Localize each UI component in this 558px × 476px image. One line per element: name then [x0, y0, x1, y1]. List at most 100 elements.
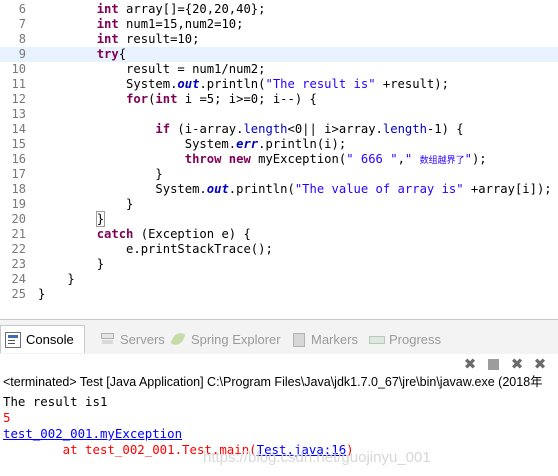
code-line[interactable]: 10 result = num1/num2; — [0, 62, 558, 77]
clear-console-icon[interactable]: ✖ — [532, 355, 548, 373]
line-number: 15 — [11, 137, 26, 151]
progress-icon — [368, 331, 385, 347]
code-text: System.out.println("The value of array i… — [38, 182, 552, 197]
code-text: catch (Exception e) { — [38, 227, 251, 242]
line-number: 22 — [11, 242, 26, 256]
code-token: int — [96, 17, 119, 31]
code-token: num1=15,num2=10; — [118, 17, 244, 31]
line-number: 13 — [11, 107, 26, 121]
watermark-url: https://blog.csdn.net/guojinyu_001 — [203, 449, 431, 466]
code-line[interactable]: 19 } — [0, 197, 558, 212]
code-line[interactable]: 22 e.printStackTrace(); — [0, 242, 558, 257]
code-line[interactable]: 24 } — [0, 272, 558, 287]
code-editor[interactable]: 6 int array[]={20,20,40}; 7 int num1=15,n… — [0, 0, 558, 306]
code-token: { — [118, 47, 127, 61]
line-number: 20 — [11, 212, 26, 226]
code-token: +array[i]); — [463, 182, 552, 196]
code-token: System. — [38, 77, 178, 91]
code-text: for(int i =5; i>=0; i--) { — [38, 92, 317, 107]
line-number: 7 — [18, 17, 26, 31]
code-token: " 666 " — [346, 152, 398, 166]
code-line[interactable]: 12 for(int i =5; i>=0; i--) { — [0, 92, 558, 107]
console-stderr-line: 5 — [3, 410, 11, 425]
code-token: out — [206, 182, 229, 196]
code-token: myException( — [250, 152, 347, 166]
exception-class-link[interactable]: test_002_001.myException — [3, 426, 182, 442]
code-token: } — [38, 257, 105, 271]
code-token: i =5; i>=0; i--) { — [177, 92, 317, 106]
code-line[interactable]: 20 } — [0, 211, 558, 227]
code-line[interactable]: 21 catch (Exception e) { — [0, 227, 558, 242]
remove-all-terminated-icon[interactable]: ✖ — [509, 355, 525, 373]
view-tab-bar: Console Servers Spring Explorer Markers … — [0, 320, 558, 354]
code-token: for — [126, 92, 149, 106]
code-token: result = num1/num2; — [38, 62, 266, 76]
code-token: } — [38, 287, 46, 301]
spring-leaf-icon — [170, 331, 186, 347]
editor-bottom-area — [0, 306, 558, 320]
code-text: int array[]={20,20,40}; — [38, 2, 266, 17]
code-token: -1) { — [426, 122, 464, 136]
code-token: length — [243, 122, 288, 136]
code-text: result = num1/num2; — [38, 62, 265, 77]
code-text: if (i-array.length<0|| i>array.length-1)… — [38, 122, 464, 137]
code-line[interactable]: 7 int num1=15,num2=10; — [0, 17, 558, 32]
line-number: 6 — [18, 2, 26, 16]
code-text: int result=10; — [38, 32, 200, 47]
tab-progress[interactable]: Progress — [368, 326, 441, 352]
code-token: "The result is" — [265, 77, 376, 91]
code-token: if — [155, 122, 171, 136]
code-line[interactable]: 23 } — [0, 257, 558, 272]
tab-servers-label: Servers — [120, 331, 165, 347]
code-text: try{ — [38, 47, 126, 62]
servers-icon — [99, 331, 115, 347]
tab-spring-explorer-label: Spring Explorer — [191, 331, 281, 347]
tab-markers-label: Markers — [311, 331, 358, 347]
code-token: int — [96, 32, 119, 46]
code-line[interactable]: 8 int result=10; — [0, 32, 558, 47]
tab-spring-explorer[interactable]: Spring Explorer — [170, 326, 281, 352]
console-icon — [5, 331, 21, 348]
code-line[interactable]: 11 System.out.println("The result is" +r… — [0, 77, 558, 92]
line-number: 17 — [11, 167, 26, 181]
line-number: 14 — [11, 122, 26, 136]
code-line[interactable]: 14 if (i-array.length<0|| i>array.length… — [0, 122, 558, 137]
line-number: 18 — [11, 182, 26, 196]
code-line[interactable]: 16 throw new myException(" 666 "," 数组越界了… — [0, 152, 558, 167]
code-token: catch — [96, 227, 134, 241]
code-line[interactable]: 25} — [0, 287, 558, 302]
markers-icon — [290, 331, 306, 347]
code-token: } — [95, 211, 106, 227]
line-number: 25 — [11, 287, 26, 301]
code-line[interactable]: 18 System.out.println("The value of arra… — [0, 182, 558, 197]
line-number: 21 — [11, 227, 26, 241]
code-line[interactable]: 13 — [0, 107, 558, 122]
code-text: } — [38, 272, 74, 287]
remove-launch-icon[interactable]: ✖ — [462, 355, 478, 373]
line-number: 16 — [11, 152, 26, 166]
code-line[interactable]: 9 try{ — [0, 47, 558, 62]
tab-servers[interactable]: Servers — [99, 326, 165, 352]
code-token: int — [96, 2, 119, 16]
code-line[interactable]: 6 int array[]={20,20,40}; — [0, 2, 558, 17]
line-number: 24 — [11, 272, 26, 286]
tab-markers[interactable]: Markers — [290, 326, 358, 352]
terminate-icon[interactable] — [488, 359, 499, 370]
code-text: } — [38, 211, 106, 227]
code-token: " — [404, 152, 420, 166]
code-token: " — [464, 152, 472, 166]
code-token: "The value of array is" — [294, 182, 464, 196]
code-token: try — [96, 47, 119, 61]
code-token: array[]={20,20,40}; — [118, 2, 266, 16]
code-line[interactable]: 17 } — [0, 167, 558, 182]
tab-console[interactable]: Console — [0, 325, 85, 353]
code-line[interactable]: 15 System.err.println(i); — [0, 137, 558, 152]
console-stdout-line: The result is1 — [3, 394, 108, 409]
code-token: +result); — [375, 77, 449, 91]
code-text: } — [38, 167, 162, 182]
